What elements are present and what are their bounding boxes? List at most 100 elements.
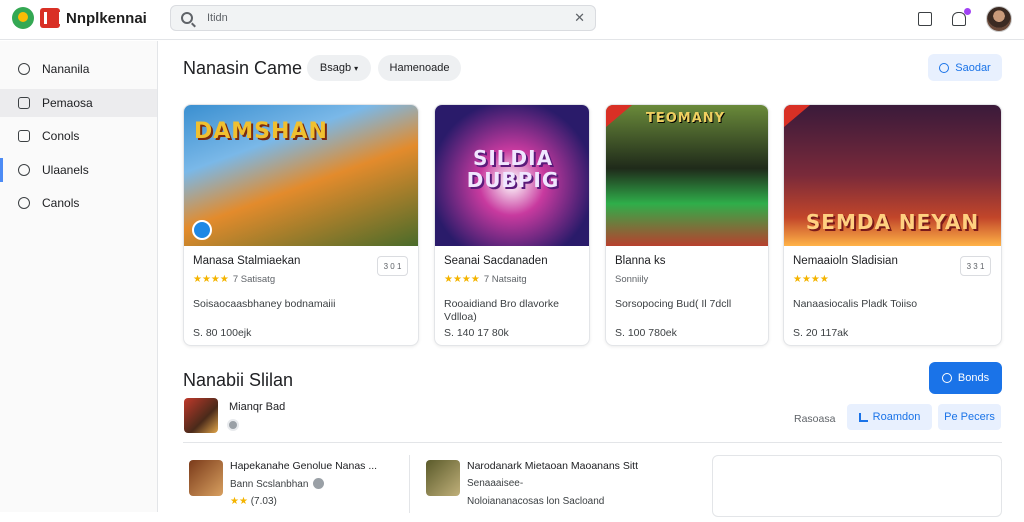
sidebar-item-pemaosa[interactable]: Pemaosa (0, 88, 157, 117)
top-bar: Nnplkennai ✕ (0, 0, 1024, 40)
page-title: Nanasin Came (183, 58, 303, 78)
chat-icon (18, 197, 30, 209)
game-subtitle: Bann Scslanbhan (230, 478, 325, 490)
subtitle-text: Bann Scslanbhan (230, 479, 309, 490)
sidebar-item-label: Nananila (42, 62, 90, 76)
game-subtitle: Senaaaisee- (467, 478, 524, 489)
app-name: Nnplkennai (66, 9, 147, 27)
list-item[interactable]: Hapekanahe Genolue Nanas ... Bann Scslan… (183, 455, 410, 513)
cover-title: SEMDA NEYAN (805, 210, 980, 234)
star-rating: ★★★★ (793, 274, 829, 285)
sidebar-item-label: Canols (42, 196, 80, 210)
game-name: Hapekanahe Genolue Nanas ... (230, 460, 378, 472)
notification-dot (964, 8, 971, 15)
star-rating: ★★★★ (193, 274, 229, 285)
game-description: Rooaidiand Bro dlavorke Vdlloa) (444, 298, 559, 323)
section-title: Nanabii Slilan (183, 370, 294, 390)
logo-m-icon (40, 8, 62, 28)
filter-chip[interactable]: Hamenoade (378, 55, 461, 81)
game-price: S. 140 17 80k (444, 327, 509, 339)
rating: ★★★★ 7 Natsaitg (444, 274, 527, 285)
app-logo[interactable]: Nnplkennai (12, 7, 147, 29)
gear-icon (18, 163, 30, 176)
game-description: Nanaasiocalis Pladk Toiiso (793, 298, 918, 310)
developer-thumbnail[interactable] (184, 398, 218, 433)
rating: Sonniily (615, 274, 648, 285)
main-content: Nanasin Came Bsagb ▾ Hamenoade Saodar DAM… (159, 41, 1024, 517)
cover-title: DAMSHAN (194, 119, 328, 144)
sidebar-item-label: Ulaanels (42, 162, 89, 177)
sidebar: Nananila Pemaosa Conols Ulaanels Canols (0, 41, 158, 512)
genre-chip[interactable]: Bsagb ▾ (307, 55, 371, 81)
star-rating: ★★★★ (444, 274, 480, 285)
game-thumbnail (189, 460, 223, 496)
empty-list-slot (712, 455, 1002, 517)
game-card[interactable]: DAMSHAN Manasa Stalmiaekan 3 0 1 ★★★★ 7 S… (183, 104, 419, 346)
more-options-button[interactable]: 3 3 1 (960, 256, 991, 276)
recommended-label: Roamdon (872, 411, 921, 423)
sidebar-item-nananila[interactable]: Nananila (0, 55, 157, 83)
game-name: Narodanark Mietaoan Maoanans Sitt (467, 460, 639, 472)
rating: ★★★★ 7 Satisatg (193, 274, 275, 285)
game-thumbnail (426, 460, 460, 496)
circle-icon (941, 373, 952, 383)
verified-badge-icon (192, 220, 212, 240)
rating-count: (7.03) (250, 496, 277, 507)
game-card[interactable]: TEOMANY Blanna ks Sonniily Sorsopocing B… (605, 104, 769, 346)
star-rating: ★★ (230, 496, 248, 507)
sidebar-item-ulaanels[interactable]: Ulaanels (0, 156, 157, 184)
cover-title: TEOMANY (646, 111, 726, 126)
sidebar-item-canols[interactable]: Canols (0, 189, 157, 217)
game-price: S. 80 100ejk (193, 327, 252, 339)
chart-icon (858, 412, 868, 422)
game-description: Soisaocaasbhaney bodnamaiii (193, 298, 336, 310)
rating: ★★★★ (793, 274, 833, 285)
rating-count: 7 Natsaitg (483, 274, 527, 285)
list-icon (18, 130, 30, 142)
sort-label: Rasoasa (794, 413, 836, 425)
genre-chip-label: Bsagb (319, 62, 352, 74)
verified-icon (227, 419, 239, 431)
logo-leaf-icon (12, 7, 34, 29)
game-price: S. 100 780ek (615, 327, 677, 339)
game-card[interactable]: SILDIA DUBPIG Seanai Sacdanaden ★★★★ 7 Na… (434, 104, 590, 346)
game-name: Seanai Sacdanaden (444, 255, 548, 267)
game-list: Hapekanahe Genolue Nanas ... Bann Scslan… (183, 442, 1002, 522)
user-avatar[interactable] (986, 6, 1012, 32)
developer-name: Mianqr Bad (229, 401, 286, 413)
sidebar-item-label: Pemaosa (42, 95, 93, 110)
add-icon[interactable] (918, 12, 932, 26)
game-cover-image: SILDIA DUBPIG (435, 105, 589, 246)
clear-search-icon[interactable]: ✕ (574, 10, 585, 26)
doc-icon (18, 96, 30, 109)
more-options-button[interactable]: 3 0 1 (377, 256, 408, 276)
header-action-button[interactable]: Saodar (928, 54, 1002, 81)
search-input[interactable] (207, 12, 575, 24)
sidebar-item-label: Conols (42, 129, 80, 143)
search-bar[interactable]: ✕ (170, 5, 596, 31)
game-price: S. 20 117ak (793, 327, 849, 339)
chevron-down-icon: ▾ (354, 63, 359, 73)
search-icon (939, 62, 950, 73)
game-rating: ★★ (7.03) (230, 496, 277, 507)
section-action-label: Bonds (957, 372, 990, 384)
game-description: Sorsopocing Bud( Il 7dcll (615, 298, 732, 310)
header-action-label: Saodar (955, 61, 991, 74)
sidebar-item-conols[interactable]: Conols (0, 122, 157, 150)
game-name: Manasa Stalmiaekan (193, 255, 301, 267)
game-cover-image: TEOMANY (606, 105, 768, 246)
game-cover-image: SEMDA NEYAN (784, 105, 1001, 246)
popular-tab[interactable]: Pe Pecers (938, 404, 1001, 430)
section-action-button[interactable]: Bonds (929, 362, 1002, 394)
game-card[interactable]: SEMDA NEYAN Nemaaioln Sladisian 3 3 1 ★★… (783, 104, 1002, 346)
rating-count: Sonniily (615, 274, 649, 285)
game-cover-image: DAMSHAN (184, 105, 418, 246)
search-icon (181, 12, 193, 24)
notification-bell-icon[interactable] (952, 8, 971, 26)
pin-icon (18, 63, 30, 75)
recommended-tab[interactable]: Roamdon (847, 404, 932, 430)
verified-icon (313, 478, 325, 489)
game-name: Blanna ks (615, 255, 666, 267)
game-name: Nemaaioln Sladisian (793, 255, 898, 267)
list-item[interactable]: Narodanark Mietaoan Maoanans Sitt Senaaa… (420, 455, 710, 513)
